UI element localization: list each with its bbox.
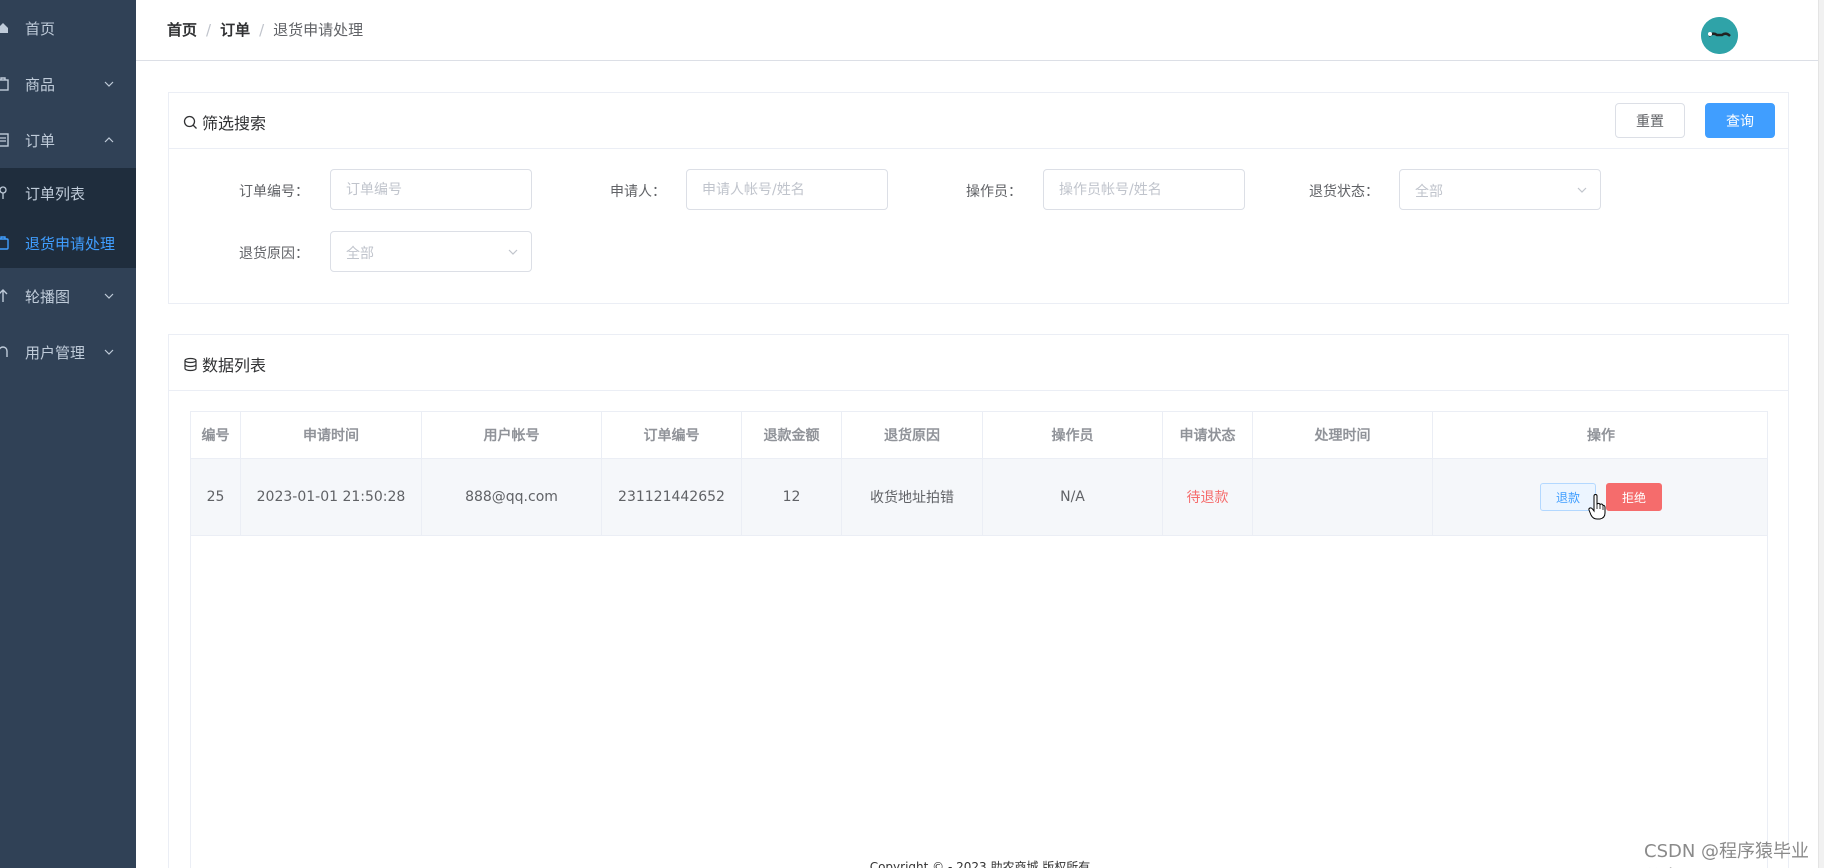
column-header: 申请状态	[1163, 412, 1253, 458]
operator-field[interactable]	[1043, 169, 1245, 210]
column-header: 退款金额	[742, 412, 842, 458]
avatar[interactable]	[1701, 17, 1738, 54]
sidebar-item-return[interactable]: 退货申请处理	[0, 218, 136, 268]
breadcrumb-separator: /	[259, 20, 265, 39]
chevron-down-icon	[1577, 187, 1587, 193]
user-icon	[0, 344, 10, 360]
column-header: 退货原因	[842, 412, 983, 458]
order-icon	[0, 132, 10, 148]
filter-card-header: 筛选搜索 重置 查询	[169, 93, 1788, 149]
return-reason-value: 全部	[346, 246, 374, 262]
column-header: 订单编号	[602, 412, 742, 458]
goods-icon	[0, 76, 10, 92]
cell-operator: N/A	[983, 459, 1163, 535]
order-submenu: 订单列表 退货申请处理	[0, 168, 136, 268]
order-no-input[interactable]	[331, 170, 531, 209]
column-header: 操作员	[983, 412, 1163, 458]
chevron-down-icon	[104, 349, 114, 355]
breadcrumb-separator: /	[206, 20, 212, 39]
sidebar: 首页 商品 订单 订单列表 退货申请处理 轮播图 用户管理	[0, 0, 136, 868]
database-icon	[184, 357, 197, 371]
table-header: 编号 申请时间 用户帐号 订单编号 退款金额 退货原因 操作员 申请状态 处理时…	[191, 412, 1767, 459]
reset-button[interactable]: 重置	[1615, 103, 1685, 138]
applicant-field[interactable]	[686, 169, 888, 210]
breadcrumb-current: 退货申请处理	[273, 21, 364, 39]
return-status-select[interactable]: 全部	[1399, 169, 1601, 210]
column-header: 申请时间	[241, 412, 422, 458]
page-scrollbar[interactable]	[1818, 0, 1824, 868]
sidebar-item-label: 首页	[25, 19, 56, 38]
cell-reason: 收货地址拍错	[842, 459, 983, 535]
return-status-label: 退货状态：	[1309, 184, 1379, 200]
cell-status: 待退款	[1163, 459, 1253, 535]
column-header: 操作	[1587, 428, 1615, 444]
top-header: 首页 / 订单 / 退货申请处理	[136, 0, 1824, 61]
order-list-icon	[0, 185, 10, 201]
applicant-input[interactable]	[687, 170, 887, 209]
cell-account: 888@qq.com	[422, 459, 602, 535]
cell-amount: 12	[742, 459, 842, 535]
return-table: 编号 申请时间 用户帐号 订单编号 退款金额 退货原因 操作员 申请状态 处理时…	[190, 411, 1768, 868]
applicant-label: 申请人：	[610, 184, 666, 200]
search-icon	[183, 115, 197, 129]
return-reason-label: 退货原因：	[239, 246, 309, 262]
data-list-title: 数据列表	[183, 352, 266, 376]
home-icon	[0, 20, 10, 36]
reject-button[interactable]: 拒绝	[1606, 483, 1662, 511]
footer-copyright: Copyright © - 2023 助农商城 版权所有	[869, 860, 1091, 868]
chevron-down-icon	[104, 293, 114, 299]
sidebar-item-order-list[interactable]: 订单列表	[0, 168, 136, 218]
filter-title-text: 筛选搜索	[202, 114, 267, 133]
sidebar-item-user[interactable]: 用户管理	[0, 324, 136, 380]
sidebar-item-label: 轮播图	[25, 287, 71, 306]
chevron-up-icon	[104, 137, 114, 143]
data-list-title-text: 数据列表	[202, 356, 267, 375]
order-no-label: 订单编号：	[239, 184, 309, 200]
column-header: 处理时间	[1253, 412, 1433, 458]
cell-order-no: 231121442652	[602, 459, 742, 535]
return-status-value: 全部	[1415, 184, 1443, 200]
filter-title: 筛选搜索	[183, 110, 266, 134]
sidebar-item-label: 商品	[25, 75, 56, 94]
sidebar-item-label: 订单	[25, 131, 56, 150]
sidebar-item-label: 用户管理	[25, 343, 86, 362]
cell-handle-time	[1253, 459, 1433, 535]
carousel-icon	[0, 288, 10, 304]
column-header: 用户帐号	[422, 412, 602, 458]
sidebar-item-goods[interactable]: 商品	[0, 56, 136, 112]
column-header: 编号	[191, 412, 241, 458]
watermark: CSDN @程序猿毕业分享网	[1644, 841, 1810, 868]
sidebar-item-home[interactable]: 首页	[0, 0, 136, 56]
sidebar-item-label: 订单列表	[25, 184, 86, 203]
return-reason-select[interactable]: 全部	[330, 231, 532, 272]
search-button[interactable]: 查询	[1705, 103, 1775, 138]
breadcrumb-home[interactable]: 首页	[167, 19, 197, 40]
table-row: 25 2023-01-01 21:50:28 888@qq.com 231121…	[191, 459, 1767, 536]
sidebar-item-carousel[interactable]: 轮播图	[0, 268, 136, 324]
breadcrumb: 首页 / 订单 / 退货申请处理	[167, 19, 363, 40]
breadcrumb-order[interactable]: 订单	[220, 19, 250, 40]
filter-card: 筛选搜索 重置 查询 订单编号： 申请人： 操作员： 退货状态： 全部 退货原因…	[168, 92, 1789, 304]
sidebar-item-label: 退货申请处理	[25, 234, 116, 253]
data-list-header: 数据列表	[169, 335, 1788, 391]
chevron-down-icon	[104, 81, 114, 87]
order-no-field[interactable]	[330, 169, 532, 210]
data-list-card: 数据列表 编号 申请时间 用户帐号 订单编号 退款金额 退货原因 操作员 申请状…	[168, 334, 1789, 868]
sidebar-item-order[interactable]: 订单	[0, 112, 136, 168]
operator-label: 操作员：	[966, 184, 1022, 200]
chevron-down-icon	[508, 249, 518, 255]
operator-input[interactable]	[1044, 170, 1244, 209]
cell-apply-time: 2023-01-01 21:50:28	[241, 459, 422, 535]
cell-id: 25	[191, 459, 241, 535]
return-icon	[0, 235, 10, 251]
hand-cursor-icon	[1588, 494, 1606, 520]
avatar-image-icon	[1701, 17, 1738, 54]
